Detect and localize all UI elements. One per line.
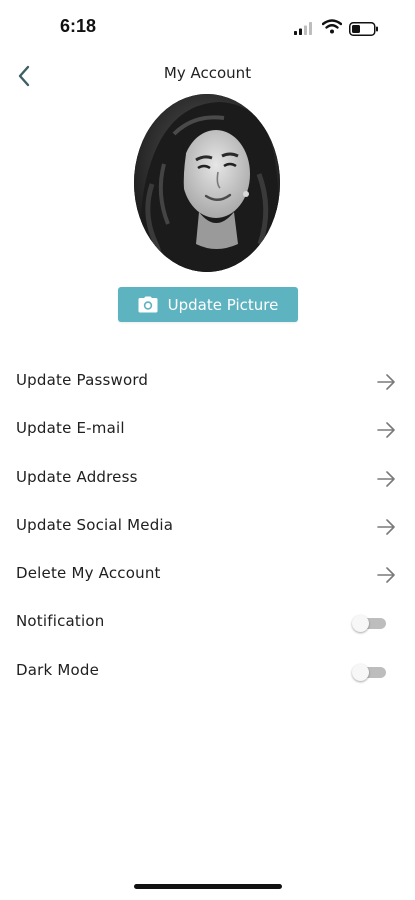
status-bar: 6:18	[0, 0, 415, 56]
notification-toggle[interactable]	[352, 615, 388, 633]
toggle-knob	[352, 663, 369, 681]
notification-label: Notification	[16, 612, 105, 631]
avatar	[134, 94, 280, 272]
update-password-label: Update Password	[16, 371, 149, 389]
update-address-row[interactable]: Update Address	[0, 455, 415, 503]
account-menu: Update Password Update E-mail Update Add…	[0, 358, 415, 696]
delete-account-label: Delete My Account	[16, 564, 161, 583]
wifi-icon	[321, 19, 343, 38]
delete-account-row[interactable]: Delete My Account	[0, 551, 415, 599]
dark-mode-label: Dark Mode	[16, 660, 100, 679]
toggle-knob	[352, 615, 369, 633]
page-title: My Account	[163, 64, 252, 82]
status-time: 6:18	[60, 16, 97, 36]
arrow-right-icon	[377, 374, 395, 390]
battery-icon	[349, 21, 379, 40]
notification-row: Notification	[0, 599, 415, 647]
update-email-row[interactable]: Update E-mail	[0, 406, 415, 454]
update-email-label: Update E-mail	[16, 419, 125, 438]
arrow-right-icon	[377, 567, 395, 583]
arrow-right-icon	[377, 470, 395, 487]
update-picture-button[interactable]: Update Picture	[118, 287, 298, 322]
update-password-row[interactable]: Update Password	[0, 358, 415, 406]
update-picture-label: Update Picture	[167, 295, 279, 314]
arrow-right-icon	[377, 422, 395, 439]
arrow-right-icon	[377, 519, 395, 535]
update-social-media-row[interactable]: Update Social Media	[0, 503, 415, 551]
dark-mode-row: Dark Mode	[0, 648, 415, 696]
update-address-label: Update Address	[16, 467, 138, 486]
home-indicator	[134, 884, 282, 889]
cellular-signal-icon	[294, 20, 316, 39]
update-social-media-label: Update Social Media	[16, 515, 174, 534]
camera-icon	[138, 296, 158, 313]
dark-mode-toggle[interactable]	[352, 663, 388, 681]
